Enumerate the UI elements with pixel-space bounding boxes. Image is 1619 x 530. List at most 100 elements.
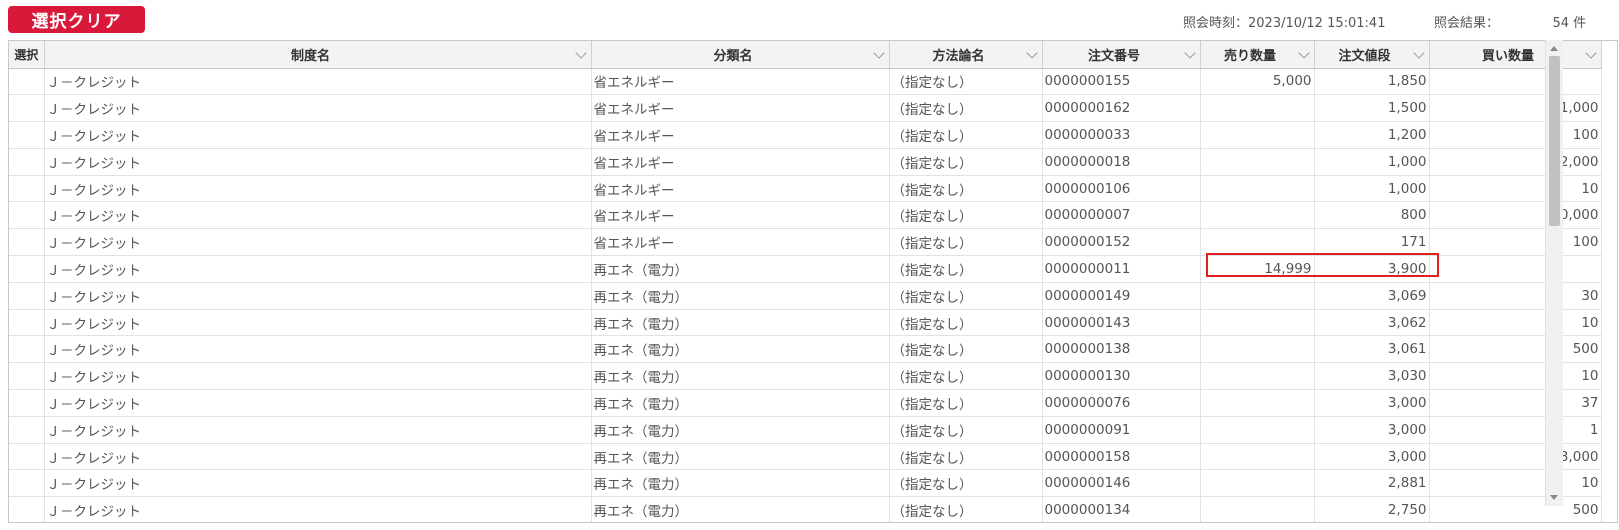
column-header-buy-quantity[interactable]: 買い数量 (1429, 41, 1602, 69)
column-header-label: 分類名 (713, 48, 753, 64)
system-cell: Ｊ－クレジット (44, 121, 592, 149)
chevron-down-icon[interactable] (1412, 47, 1425, 59)
order-number-cell: 0000000076 (1042, 389, 1201, 417)
order-number-cell: 0000000134 (1042, 496, 1201, 522)
methodology-cell: （指定なし） (889, 416, 1043, 444)
system-cell: Ｊ－クレジット (44, 68, 592, 96)
order-number-cell: 0000000011 (1042, 255, 1201, 283)
table-row[interactable]: Ｊ－クレジット 再エネ（電力） （指定なし） 0000000158 3,000 3,000 (9, 443, 1602, 471)
category-cell: 再エネ（電力） (591, 309, 890, 337)
table-row[interactable]: Ｊ－クレジット 省エネルギー （指定なし） 0000000018 1,000 2,000 (9, 148, 1602, 176)
chevron-down-icon[interactable] (1584, 47, 1597, 59)
clear-selection-button[interactable]: 選択クリア (8, 6, 145, 33)
order-number-cell: 0000000091 (1042, 416, 1201, 444)
select-cell[interactable] (9, 148, 45, 176)
order-table: 選択 制度名 分類名 方法論名 注文番号 売り数量 注文値段 買い数量 Ｊ－クレ… (9, 41, 1602, 522)
select-cell[interactable] (9, 389, 45, 417)
table-row[interactable]: Ｊ－クレジット 再エネ（電力） （指定なし） 0000000149 3,069 30 (9, 282, 1602, 310)
select-cell[interactable] (9, 443, 45, 471)
category-cell: 省エネルギー (591, 121, 890, 149)
vertical-scrollbar[interactable] (1545, 40, 1563, 506)
column-header-label: 買い数量 (1481, 48, 1534, 64)
select-cell[interactable] (9, 228, 45, 257)
table-row[interactable]: Ｊ－クレジット 省エネルギー （指定なし） 0000000007 800 10,000 (9, 201, 1602, 230)
scrollbar-thumb[interactable] (1549, 56, 1560, 226)
select-cell[interactable] (9, 68, 45, 96)
select-cell[interactable] (9, 309, 45, 337)
order-price-cell: 171 (1314, 228, 1430, 257)
column-header-label: 注文値段 (1338, 48, 1391, 64)
result-label: 照会結果： (1434, 16, 1500, 31)
select-cell[interactable] (9, 416, 45, 444)
sell-quantity-cell (1200, 335, 1315, 364)
header-row: 選択 制度名 分類名 方法論名 注文番号 売り数量 注文値段 買い数量 (9, 41, 1602, 69)
chevron-down-icon[interactable] (1297, 47, 1310, 59)
table-row[interactable]: Ｊ－クレジット 再エネ（電力） （指定なし） 0000000134 2,750 500 (9, 496, 1602, 522)
select-cell[interactable] (9, 121, 45, 149)
order-price-cell: 3,061 (1314, 335, 1430, 364)
category-cell: 再エネ（電力） (591, 389, 890, 417)
table-row[interactable]: Ｊ－クレジット 省エネルギー （指定なし） 0000000033 1,200 100 (9, 121, 1602, 149)
chevron-down-icon[interactable] (1025, 47, 1038, 59)
table-row[interactable]: Ｊ－クレジット 省エネルギー （指定なし） 0000000155 5,000 1,850 (9, 68, 1602, 96)
system-cell: Ｊ－クレジット (44, 255, 592, 283)
select-cell[interactable] (9, 175, 45, 203)
select-cell[interactable] (9, 201, 45, 230)
select-cell[interactable] (9, 335, 45, 364)
sell-quantity-cell (1200, 282, 1315, 310)
order-grid: 選択 制度名 分類名 方法論名 注文番号 売り数量 注文値段 買い数量 Ｊ－クレ… (8, 40, 1618, 523)
system-cell: Ｊ－クレジット (44, 496, 592, 522)
table-row[interactable]: Ｊ－クレジット 再エネ（電力） （指定なし） 0000000011 14,999 3,90… (9, 255, 1602, 283)
column-header-order-number[interactable]: 注文番号 (1042, 41, 1201, 69)
column-header-label: 選択 (14, 47, 39, 62)
order-price-cell: 1,500 (1314, 94, 1430, 123)
buy-quantity-cell: 2,000 (1429, 148, 1602, 176)
system-cell: Ｊ－クレジット (44, 443, 592, 471)
chevron-down-icon[interactable] (872, 47, 885, 59)
table-body: Ｊ－クレジット 省エネルギー （指定なし） 0000000155 5,000 1,850 Ｊ… (9, 68, 1602, 522)
order-price-cell: 1,850 (1314, 68, 1430, 96)
select-cell[interactable] (9, 94, 45, 123)
scroll-down-arrow-icon[interactable] (1550, 495, 1558, 500)
system-cell: Ｊ－クレジット (44, 335, 592, 364)
methodology-cell: （指定なし） (889, 309, 1043, 337)
column-header-order-price[interactable]: 注文値段 (1314, 41, 1430, 69)
chevron-down-icon[interactable] (574, 47, 587, 59)
select-cell[interactable] (9, 362, 45, 391)
buy-quantity-cell: 10 (1429, 309, 1602, 337)
methodology-cell: （指定なし） (889, 362, 1043, 391)
buy-quantity-cell (1429, 255, 1602, 283)
sell-quantity-cell (1200, 496, 1315, 522)
select-cell[interactable] (9, 496, 45, 522)
system-cell: Ｊ－クレジット (44, 309, 592, 337)
column-header-sell-quantity[interactable]: 売り数量 (1200, 41, 1315, 69)
order-price-cell: 2,750 (1314, 496, 1430, 522)
order-price-cell: 1,200 (1314, 121, 1430, 149)
sell-quantity-cell (1200, 201, 1315, 230)
system-cell: Ｊ－クレジット (44, 148, 592, 176)
table-row[interactable]: Ｊ－クレジット 省エネルギー （指定なし） 0000000162 1,500 1,000 (9, 94, 1602, 123)
select-cell[interactable] (9, 255, 45, 283)
column-header-methodology[interactable]: 方法論名 (889, 41, 1043, 69)
table-row[interactable]: Ｊ－クレジット 再エネ（電力） （指定なし） 0000000143 3,062 10 (9, 309, 1602, 337)
chevron-down-icon[interactable] (1183, 47, 1196, 59)
category-cell: 再エネ（電力） (591, 416, 890, 444)
table-row[interactable]: Ｊ－クレジット 再エネ（電力） （指定なし） 0000000076 3,000 37 (9, 389, 1602, 417)
order-number-cell: 0000000152 (1042, 228, 1201, 257)
table-row[interactable]: Ｊ－クレジット 省エネルギー （指定なし） 0000000152 171 100 (9, 228, 1602, 257)
table-row[interactable]: Ｊ－クレジット 再エネ（電力） （指定なし） 0000000130 3,030 10 (9, 362, 1602, 391)
table-row[interactable]: Ｊ－クレジット 再エネ（電力） （指定なし） 0000000138 3,061 500 (9, 335, 1602, 364)
column-header-category[interactable]: 分類名 (591, 41, 890, 69)
table-row[interactable]: Ｊ－クレジット 省エネルギー （指定なし） 0000000106 1,000 10 (9, 175, 1602, 203)
toolbar: 選択クリア 照会時刻：2023/10/12 15:01:41 照会結果： 54 件 (0, 0, 1619, 40)
sell-quantity-cell (1200, 416, 1315, 444)
select-cell[interactable] (9, 469, 45, 498)
table-row[interactable]: Ｊ－クレジット 再エネ（電力） （指定なし） 0000000091 3,000 1 (9, 416, 1602, 444)
select-cell[interactable] (9, 282, 45, 310)
table-row[interactable]: Ｊ－クレジット 再エネ（電力） （指定なし） 0000000146 2,881 10 (9, 469, 1602, 498)
order-number-cell: 0000000018 (1042, 148, 1201, 176)
column-header-select[interactable]: 選択 (9, 41, 45, 69)
order-number-cell: 0000000158 (1042, 443, 1201, 471)
column-header-system[interactable]: 制度名 (44, 41, 592, 69)
scroll-up-arrow-icon[interactable] (1550, 46, 1558, 51)
